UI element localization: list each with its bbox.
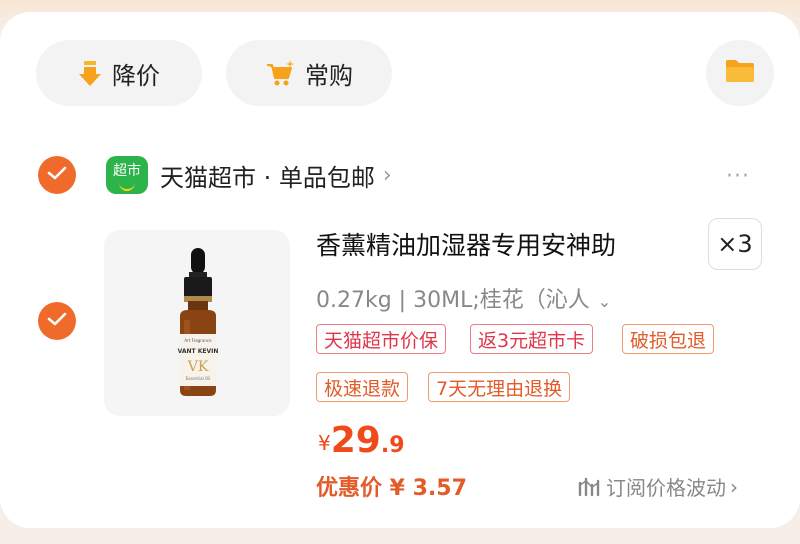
- bottle-sub: Essential Oil: [186, 376, 211, 381]
- bottle-brand-small: Art Fragrance: [184, 338, 212, 343]
- tag-7day-return: 7天无理由退换: [428, 372, 571, 402]
- subscribe-label: 订阅价格波动: [606, 476, 726, 500]
- check-icon: [47, 311, 67, 331]
- item-price: ¥29.9: [318, 420, 405, 461]
- bottle-icon: Art Fragrance VANT KEVIN VK Essential Oi…: [178, 248, 219, 396]
- more-options-button[interactable]: ···: [726, 164, 750, 189]
- chevron-down-icon: ⌄: [597, 292, 612, 311]
- frequent-buy-label: 常购: [305, 61, 353, 90]
- product-title[interactable]: 香薰精油加湿器专用安神助: [316, 226, 616, 262]
- store-select-checkbox[interactable]: [38, 156, 76, 194]
- spec-text: 0.27kg | 30ML;桂花（沁人: [316, 288, 590, 313]
- item-select-checkbox[interactable]: [38, 302, 76, 340]
- price-currency: ¥: [318, 431, 331, 455]
- price-drop-button[interactable]: 降价: [36, 40, 202, 106]
- smile-icon: [119, 183, 135, 191]
- spec-selector[interactable]: 0.27kg | 30ML;桂花（沁人 ⌄: [316, 282, 611, 314]
- product-image[interactable]: Art Fragrance VANT KEVIN VK Essential Oi…: [104, 230, 290, 416]
- store-badge-text: 超市: [113, 163, 141, 179]
- tag-damage-refund: 破损包退: [622, 324, 715, 354]
- cart-icon: [265, 59, 295, 87]
- chevron-right-icon: ›: [382, 162, 392, 188]
- frequent-buy-button[interactable]: 常购: [226, 40, 392, 106]
- bottle-monogram: VK: [187, 359, 209, 375]
- tag-fast-refund: 极速退款: [316, 372, 409, 402]
- tag-cashback-card: 返3元超市卡: [470, 324, 594, 354]
- chart-icon: [578, 477, 600, 497]
- quantity-button[interactable]: ×3: [708, 218, 762, 270]
- subscribe-price-button[interactable]: 订阅价格波动 ›: [578, 472, 738, 501]
- bottle-brand: VANT KEVIN: [178, 348, 219, 355]
- folder-icon: [724, 58, 756, 88]
- folder-button[interactable]: [706, 40, 774, 106]
- price-integer: 29: [330, 420, 381, 461]
- price-decimal: .9: [380, 433, 405, 458]
- store-name: 天猫超市 · 单品包邮: [160, 163, 375, 192]
- down-arrow-icon: [78, 59, 102, 87]
- price-drop-label: 降价: [112, 61, 160, 90]
- check-icon: [47, 165, 67, 185]
- tmall-supermarket-logo: 超市: [106, 156, 148, 194]
- chevron-right-icon: ›: [730, 474, 738, 499]
- store-header[interactable]: 超市 天猫超市 · 单品包邮 ›: [106, 154, 392, 196]
- deal-price: 优惠价 ¥ 3.57: [316, 476, 467, 501]
- tag-price-protect: 天猫超市价保: [316, 324, 447, 354]
